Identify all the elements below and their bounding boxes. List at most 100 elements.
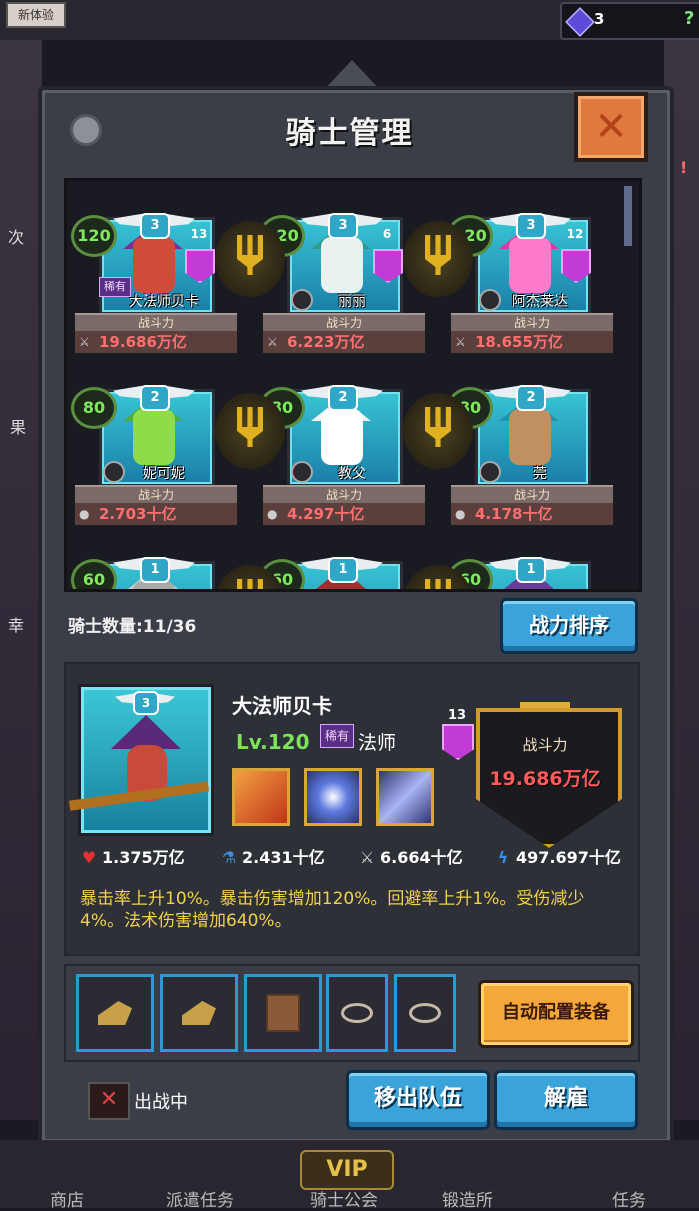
stat-hp: ♥ 1.375万亿 xyxy=(80,844,185,868)
equip-slot-armor[interactable] xyxy=(244,974,322,1052)
knight-roster[interactable]: 3 120 13 稀有 大法师贝卡 战斗力 19.686万亿 ⚔ 3 120 6 丽丽 战斗力 6.223… xyxy=(64,178,642,592)
knight-name: 大法师贝卡 xyxy=(129,294,199,310)
knight-card[interactable]: 2 80 妮可妮 战斗力 2.703十亿 ● xyxy=(69,369,239,525)
sword-icon: ⚔ xyxy=(455,335,466,349)
power-value: 2.703十亿 xyxy=(75,503,237,525)
top-badge: 新体验 xyxy=(6,2,66,28)
nav-guild[interactable]: 骑士公会 xyxy=(310,1186,378,1211)
power-value: 18.655万亿 xyxy=(451,331,613,353)
side-label: 幸 xyxy=(8,616,25,635)
knight-name: 教父 xyxy=(338,466,366,482)
gem-icon xyxy=(565,7,595,37)
notification-icon[interactable]: ! xyxy=(680,158,687,177)
knight-portrait: 3 xyxy=(68,684,214,836)
skill-fire-icon[interactable] xyxy=(232,768,290,826)
trident-icon xyxy=(425,579,451,589)
power-value: 19.686万亿 xyxy=(75,331,237,353)
knight-name: 阿杰莱达 xyxy=(512,294,568,310)
knight-name: 妮可妮 xyxy=(143,466,185,482)
side-label: 果 xyxy=(10,418,27,437)
star-level: 2 xyxy=(516,385,546,411)
crest-level: 13 xyxy=(447,708,467,723)
skill-vortex-icon[interactable] xyxy=(304,768,362,826)
heart-icon: ♥ xyxy=(81,848,97,867)
empty-slot-emblem xyxy=(215,559,285,589)
knight-level: 120 xyxy=(71,215,117,257)
hero-figure xyxy=(321,409,363,465)
remove-from-team-button[interactable]: 移出队伍 xyxy=(346,1070,490,1130)
auto-equip-button[interactable]: 自动配置装备 xyxy=(478,980,634,1048)
hero-figure xyxy=(509,237,551,293)
power-label: 战斗力 xyxy=(75,485,237,505)
skill-description: 暴击率上升10%。暴击伤害增加120%。回避率上升1%。受伤减少4%。法术伤害增… xyxy=(80,889,585,931)
sword-icon: ⚔ xyxy=(267,335,278,349)
ring-icon xyxy=(409,1003,441,1023)
battle-status: 出战中 xyxy=(134,1092,188,1113)
dismiss-button[interactable]: 解雇 xyxy=(494,1070,638,1130)
sword-icon: ⚔ xyxy=(79,335,90,349)
close-button[interactable]: ✕ xyxy=(574,92,648,162)
knight-class: 法师 xyxy=(358,732,397,754)
empty-slot-emblem xyxy=(215,387,285,477)
equip-slot-boots[interactable] xyxy=(76,974,154,1052)
vip-badge[interactable]: VIP xyxy=(300,1150,394,1190)
knight-card[interactable]: 3 120 13 稀有 大法师贝卡 战斗力 19.686万亿 ⚔ xyxy=(69,197,239,353)
power-value: 4.297十亿 xyxy=(263,503,425,525)
sword-icon: ⚔ xyxy=(359,848,375,867)
knight-card[interactable]: 1 60 xyxy=(69,541,239,589)
equip-slot-ring[interactable] xyxy=(394,974,456,1052)
boots-icon xyxy=(98,1001,132,1025)
knight-level: Lv.120 xyxy=(236,730,310,754)
hero-figure xyxy=(133,237,175,293)
nav-shop[interactable]: 商店 xyxy=(50,1186,84,1211)
nav-dispatch[interactable]: 派遣任务 xyxy=(166,1186,234,1211)
help-icon[interactable]: ? xyxy=(684,8,694,29)
knight-count: 骑士数量:11/36 xyxy=(68,617,197,637)
crossed-swords-icon: ✕ xyxy=(88,1082,130,1120)
gem-count: 3 xyxy=(594,10,605,28)
sort-by-power-button[interactable]: 战力排序 xyxy=(500,598,638,654)
empty-slot-emblem xyxy=(215,215,285,305)
empty-slot-emblem xyxy=(403,387,473,477)
nav-quest[interactable]: 任务 xyxy=(612,1186,646,1211)
left-side-menu: 次 果 幸 xyxy=(0,40,42,1120)
lightning-icon: ϟ xyxy=(497,848,509,867)
trident-icon xyxy=(237,579,263,589)
knight-name: 莞 xyxy=(533,466,547,482)
nav-forge[interactable]: 锻造所 xyxy=(442,1186,493,1211)
stat-mana: ⚗ 2.431十亿 xyxy=(220,844,325,868)
rarity-badge: 稀有 xyxy=(320,724,354,748)
stat-speed: ϟ 497.697十亿 xyxy=(494,844,621,868)
equip-slot-ring[interactable] xyxy=(326,974,388,1052)
power-label: 战斗力 xyxy=(451,485,613,505)
stat-speed-value: 497.697十亿 xyxy=(516,848,621,867)
skill-slash-icon[interactable] xyxy=(376,768,434,826)
power-label: 战斗力 xyxy=(522,736,568,754)
stat-mana-value: 2.431十亿 xyxy=(242,848,325,867)
helmet-icon: ● xyxy=(455,507,466,521)
star-level: 1 xyxy=(328,557,358,583)
gem-counter[interactable]: 3 ? xyxy=(560,2,699,40)
power-label: 战斗力 xyxy=(263,485,425,505)
stat-attack: ⚔ 6.664十亿 xyxy=(358,844,463,868)
side-label: 次 xyxy=(8,228,25,247)
potion-icon: ⚗ xyxy=(221,848,237,867)
hero-figure xyxy=(133,409,175,465)
hero-figure xyxy=(321,237,363,293)
ring-icon xyxy=(341,1003,373,1023)
roster-scrollbar[interactable] xyxy=(624,186,632,246)
power-value: 4.178十亿 xyxy=(451,503,613,525)
crest-level: 6 xyxy=(382,227,392,241)
power-label: 战斗力 xyxy=(451,313,613,333)
equip-slot-boots[interactable] xyxy=(160,974,238,1052)
hero-figure xyxy=(509,409,551,465)
knight-name: 大法师贝卡 xyxy=(232,694,332,718)
star-level: 3 xyxy=(328,213,358,239)
power-value: 19.686万亿 xyxy=(489,768,601,790)
knight-name: 丽丽 xyxy=(338,294,366,310)
empty-slot-emblem xyxy=(403,559,473,589)
star-level: 2 xyxy=(328,385,358,411)
star-level: 3 xyxy=(516,213,546,239)
power-label: 战斗力 xyxy=(263,313,425,333)
crest-level: 13 xyxy=(190,227,208,241)
